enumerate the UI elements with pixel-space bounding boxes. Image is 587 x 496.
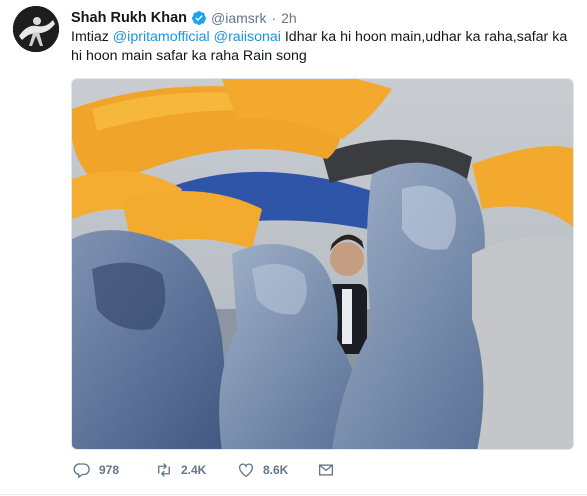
like-count: 8.6K <box>263 463 289 477</box>
reply-button[interactable]: 978 <box>73 461 155 479</box>
retweet-icon <box>158 463 170 477</box>
tweet-text-start: Imtiaz <box>71 29 113 45</box>
mention-link[interactable]: @ipritamofficial <box>113 29 210 45</box>
author-handle[interactable]: @iamsrk <box>211 10 266 26</box>
author-name[interactable]: Shah Rukh Khan <box>71 10 187 26</box>
avatar[interactable] <box>13 6 59 52</box>
retweet-count: 2.4K <box>181 463 207 477</box>
tweet-actions: 978 2.4K 8.6K <box>71 460 335 480</box>
retweet-button[interactable]: 2.4K <box>155 461 237 479</box>
like-button[interactable]: 8.6K <box>237 461 317 479</box>
header-separator: · <box>271 10 277 26</box>
tweet-divider <box>0 494 587 495</box>
tweet-photo[interactable] <box>71 78 574 450</box>
tweet-header: Shah Rukh Khan @iamsrk · 2h <box>71 8 297 28</box>
mention-link[interactable]: @raiisonai <box>214 29 281 45</box>
tweet-timestamp[interactable]: 2h <box>281 10 297 26</box>
heart-icon <box>238 463 254 478</box>
envelope-icon <box>318 464 334 476</box>
direct-message-button[interactable] <box>317 461 335 479</box>
rain-scene-photo <box>72 79 573 449</box>
reply-count: 978 <box>99 463 120 477</box>
verified-badge-icon <box>191 10 207 26</box>
tweet-text: Imtiaz @ipritamofficial @raiisonai Idhar… <box>71 28 581 66</box>
reply-icon <box>73 463 90 479</box>
